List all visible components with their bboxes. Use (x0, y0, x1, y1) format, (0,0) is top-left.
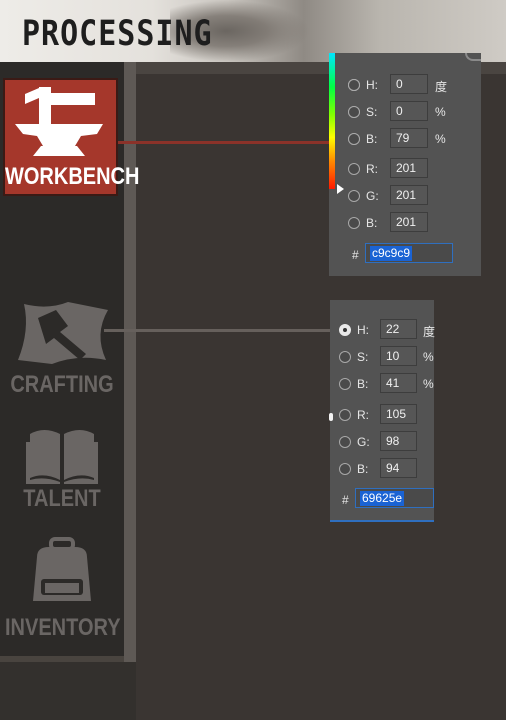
g-label: G: (357, 435, 370, 449)
hex-hash: # (352, 248, 359, 262)
lab-a-radio[interactable] (348, 106, 360, 118)
panel-edge (330, 520, 434, 522)
r-radio[interactable] (348, 163, 360, 175)
r-row: R: 105 (330, 404, 434, 426)
sidebar-item-inventory[interactable]: INVENTORY (5, 535, 121, 645)
g-field[interactable]: 98 (380, 431, 417, 451)
sidebar-item-label: CRAFTING (10, 371, 114, 399)
g-field[interactable]: 201 (390, 185, 428, 205)
b-row: B: 41 % (330, 373, 434, 395)
open-book-icon (26, 430, 98, 484)
s-unit: % (423, 350, 434, 364)
s-field[interactable]: 10 (380, 346, 417, 366)
b-row: B: 79 % (329, 128, 481, 150)
color-picker-panel-secondary: H: 22 度 S: 10 % B: 41 % R: 105 G: 98 B: … (329, 300, 436, 522)
hex-value: c9c9c9 (370, 246, 413, 261)
sidebar-item-crafting[interactable]: CRAFTING (8, 300, 116, 404)
b-unit: % (435, 132, 446, 146)
sidebar-item-talent[interactable]: TALENT (8, 420, 116, 516)
hex-input[interactable]: 69625e (355, 488, 434, 508)
blue-field[interactable]: 94 (380, 458, 417, 478)
s-field[interactable]: 0 (390, 101, 428, 121)
s-row: S: 0 % (329, 101, 481, 123)
blue-row: B: 94 (330, 458, 434, 480)
blue-row: B: 201 (329, 212, 481, 234)
s-label: S: (357, 350, 369, 364)
r-field[interactable]: 105 (380, 404, 417, 424)
g-radio[interactable] (339, 436, 351, 448)
h-row: H: 22 度 (330, 319, 436, 341)
lab-b-radio[interactable] (348, 133, 360, 145)
hex-value: 69625e (360, 491, 405, 506)
s-radio[interactable] (339, 351, 351, 363)
hex-hash: # (342, 493, 349, 507)
r-field[interactable]: 201 (390, 158, 428, 178)
lab-l-radio[interactable] (348, 79, 360, 91)
crafting-connector-line (104, 329, 332, 332)
blue-field[interactable]: 201 (390, 212, 428, 232)
color-picker-panel: H: 0 度 S: 0 % B: 79 % R: 201 G: 201 B: 2… (329, 53, 481, 276)
h-radio[interactable] (339, 324, 351, 336)
sidebar-item-label: WORKBENCH (5, 163, 140, 191)
h-unit: 度 (423, 325, 436, 339)
s-label: S: (366, 105, 378, 119)
sidebar-bottom (0, 662, 136, 720)
sidebar-rail (124, 62, 136, 662)
s-unit: % (435, 105, 446, 119)
r-label: R: (357, 408, 369, 422)
workbench-connector-line (104, 141, 330, 144)
blue-radio[interactable] (339, 463, 351, 475)
g-label: G: (366, 189, 379, 203)
sidebar-item-label: TALENT (23, 485, 101, 513)
sidebar-item-label: INVENTORY (5, 614, 121, 642)
panel-corner (465, 53, 481, 61)
page-title: PROCESSING (22, 14, 213, 55)
r-label: R: (366, 162, 378, 176)
backpack-icon (33, 537, 91, 601)
h-unit: 度 (435, 80, 448, 94)
sidebar-item-workbench[interactable]: WORKBENCH (3, 78, 140, 196)
h-label: H: (366, 78, 378, 92)
h-row: H: 0 度 (329, 74, 481, 96)
g-row: G: 201 (329, 185, 481, 207)
b-field[interactable]: 41 (380, 373, 417, 393)
anvil-hammer-icon (15, 87, 103, 156)
hex-input[interactable]: c9c9c9 (365, 243, 453, 263)
r-row: R: 201 (329, 158, 481, 180)
s-row: S: 10 % (330, 346, 434, 368)
b-label: B: (366, 132, 378, 146)
g-radio[interactable] (348, 190, 360, 202)
b-radio[interactable] (339, 378, 351, 390)
h-field[interactable]: 22 (380, 319, 417, 339)
h-field[interactable]: 0 (390, 74, 428, 94)
blue-label: B: (366, 216, 378, 230)
b-field[interactable]: 79 (390, 128, 428, 148)
b-unit: % (423, 377, 434, 391)
blue-label: B: (357, 462, 369, 476)
g-row: G: 98 (330, 431, 434, 453)
h-label: H: (357, 323, 369, 337)
b-label: B: (357, 377, 369, 391)
hammer-flag-icon (18, 302, 108, 364)
blue-radio[interactable] (348, 217, 360, 229)
r-radio[interactable] (339, 409, 351, 421)
